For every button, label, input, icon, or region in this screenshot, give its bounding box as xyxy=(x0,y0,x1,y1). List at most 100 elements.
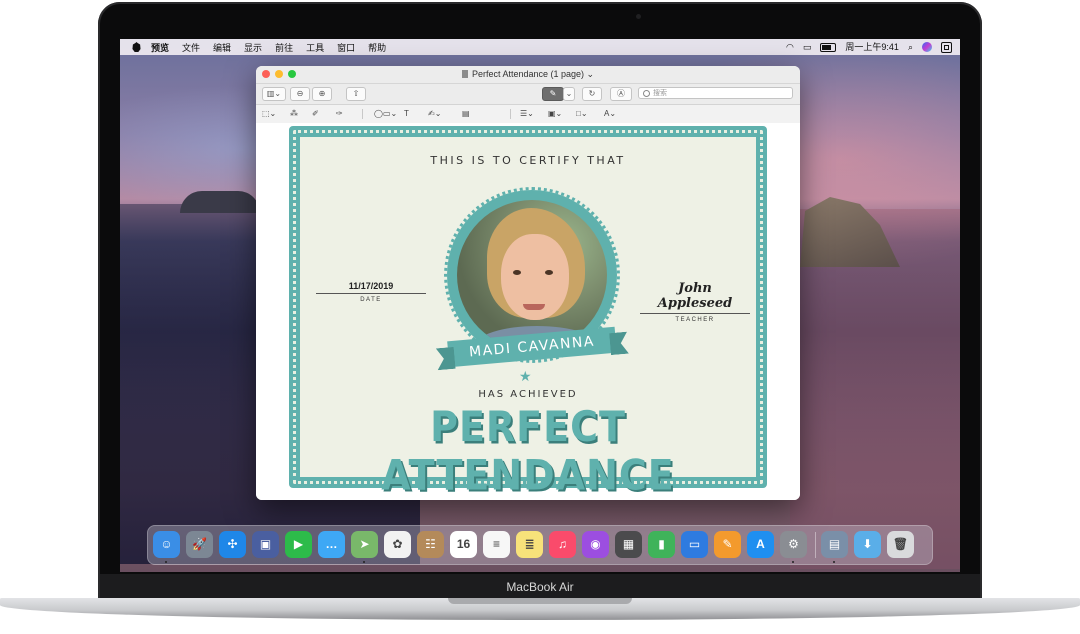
portrait-mouth xyxy=(523,304,545,310)
search-icon xyxy=(643,90,650,97)
menu-clock[interactable]: 周一上午9:41 xyxy=(845,39,899,55)
window-titlebar: Perfect Attendance (1 page) ⌄ xyxy=(256,66,800,84)
sign-icon[interactable]: ✍⌄ xyxy=(428,108,441,119)
running-indicator xyxy=(165,561,167,563)
podcasts-icon[interactable]: ◉ xyxy=(582,531,609,558)
downloads-folder-icon[interactable]: ⬇ xyxy=(854,531,881,558)
photos-icon[interactable]: ✿ xyxy=(384,531,411,558)
reminders-icon[interactable]: ≡ xyxy=(483,531,510,558)
desktop-screen: 预览 文件 编辑 显示 前往 工具 窗口 帮助 ◠ ▭ 周一上午9:41 ⌕ P… xyxy=(120,39,960,572)
pages-icon[interactable]: ✎ xyxy=(714,531,741,558)
date-line xyxy=(316,293,426,294)
rotate-icon[interactable]: ↻ xyxy=(582,87,602,101)
camera xyxy=(636,14,641,19)
instant-alpha-icon[interactable]: ⁂ xyxy=(290,108,298,119)
menu-bar: 预览 文件 编辑 显示 前往 工具 窗口 帮助 ◠ ▭ 周一上午9:41 ⌕ xyxy=(120,39,960,55)
facetime-icon[interactable]: ▶ xyxy=(285,531,312,558)
certificate-header: THIS IS TO CERTIFY THAT xyxy=(430,154,626,167)
window-title: Perfect Attendance (1 page) xyxy=(471,69,585,79)
laptop-chin: MacBook Air xyxy=(100,574,980,600)
border-color-icon[interactable]: ▣⌄ xyxy=(548,108,562,119)
sidebar-icon[interactable]: ▥⌄ xyxy=(262,87,286,101)
running-indicator xyxy=(792,561,794,563)
zoom-in-icon[interactable]: ⊕ xyxy=(312,87,332,101)
chevron-down-icon: ⌄ xyxy=(584,69,595,79)
preview-icon[interactable]: ▤ xyxy=(821,531,848,558)
running-indicator xyxy=(363,561,365,563)
numbers-icon[interactable]: ▮ xyxy=(648,531,675,558)
annotate-icon[interactable]: Ⓐ xyxy=(610,87,632,101)
dock-separator xyxy=(815,532,816,558)
menu-go[interactable]: 前往 xyxy=(275,41,293,54)
note-icon[interactable]: ▤ xyxy=(462,108,470,119)
keynote-icon[interactable]: ▭ xyxy=(681,531,708,558)
maps-icon[interactable]: ➤ xyxy=(351,531,378,558)
selection-icon[interactable]: ⬚⌄ xyxy=(262,108,276,119)
tv-icon[interactable]: ▦ xyxy=(615,531,642,558)
markup-options-chevron-icon[interactable]: ⌄ xyxy=(563,87,575,101)
airplay-icon[interactable]: ▭ xyxy=(803,39,812,55)
text-icon[interactable]: T xyxy=(404,108,409,119)
markup-divider xyxy=(510,109,511,119)
search-input[interactable]: 搜索 xyxy=(638,87,793,99)
contacts-icon[interactable]: ☷ xyxy=(417,531,444,558)
music-icon[interactable]: ♫ xyxy=(549,531,576,558)
markup-toolbar: ⬚⌄ ⁂ ✐ ✑ ◯▭⌄ T ✍⌄ ▤ ☰⌄ ▣⌄ □⌄ A⌄ xyxy=(256,105,800,124)
device-brand: MacBook Air xyxy=(506,580,574,594)
date-block: 11/17/2019 DATE xyxy=(316,281,426,303)
laptop-opening-notch xyxy=(448,598,632,604)
menu-help[interactable]: 帮助 xyxy=(368,41,386,54)
trash-icon[interactable]: 🗑 xyxy=(887,531,914,558)
achieved-text: HAS ACHIEVED xyxy=(478,389,578,400)
teacher-block: John Appleseed TEACHER xyxy=(640,281,750,323)
shapes-icon[interactable]: ◯▭⌄ xyxy=(374,108,397,119)
window-toolbar: ▥⌄ ⊖ ⊕ ⇧ ✎ ⌄ ↻ Ⓐ 搜索 xyxy=(256,84,800,105)
menu-file[interactable]: 文件 xyxy=(182,41,200,54)
markup-divider xyxy=(362,109,363,119)
date-value: 11/17/2019 xyxy=(348,281,394,291)
app-store-icon[interactable]: A xyxy=(747,531,774,558)
messages-icon[interactable]: … xyxy=(318,531,345,558)
menu-tools[interactable]: 工具 xyxy=(306,41,324,54)
menu-view[interactable]: 显示 xyxy=(244,41,262,54)
system-preferences-icon[interactable]: ⚙ xyxy=(780,531,807,558)
certificate-paper: THIS IS TO CERTIFY THAT 11/17/2019 DATE … xyxy=(300,137,756,499)
battery-icon[interactable] xyxy=(820,42,837,52)
control-center-icon[interactable] xyxy=(941,41,952,53)
teacher-caption: TEACHER xyxy=(675,317,715,323)
markup-pen-icon[interactable]: ✎ xyxy=(542,87,564,101)
menu-window[interactable]: 窗口 xyxy=(337,41,355,54)
siri-icon[interactable] xyxy=(922,42,932,52)
menu-app-name[interactable]: 预览 xyxy=(151,41,169,54)
running-indicator xyxy=(833,561,835,563)
calendar-icon[interactable]: 16 xyxy=(450,531,477,558)
share-icon[interactable]: ⇧ xyxy=(346,87,366,101)
photo-booth-icon[interactable]: ▣ xyxy=(252,531,279,558)
draw-icon[interactable]: ✑ xyxy=(336,108,343,119)
status-menus: ◠ ▭ 周一上午9:41 ⌕ xyxy=(786,39,952,55)
window-title-area[interactable]: Perfect Attendance (1 page) ⌄ xyxy=(256,69,800,80)
finder-icon[interactable]: ☺ xyxy=(153,531,180,558)
apple-icon[interactable] xyxy=(132,42,141,52)
text-style-icon[interactable]: A⌄ xyxy=(604,108,616,119)
portrait-eye-left xyxy=(513,270,521,275)
shape-style-icon[interactable]: ☰⌄ xyxy=(520,108,534,119)
dock: ☺ 🚀 ✣ ▣ ▶… ➤ ✿ ☷ 16 ≡ ≣ ♫ ◉ ▦ ▮ ▭ ✎ A ⚙ ▤ ⬇ 🗑 xyxy=(147,525,933,565)
search-placeholder: 搜索 xyxy=(653,90,667,97)
menu-edit[interactable]: 编辑 xyxy=(213,41,231,54)
portrait-eye-right xyxy=(545,270,553,275)
date-caption: DATE xyxy=(360,297,382,303)
preview-window: Perfect Attendance (1 page) ⌄ ▥⌄ ⊖ ⊕ ⇧ ✎… xyxy=(256,66,800,500)
portrait-photo xyxy=(457,200,607,350)
teacher-line xyxy=(640,313,750,314)
teacher-signature: John Appleseed xyxy=(657,281,733,311)
star-icon: ★ xyxy=(519,368,532,384)
notes-icon[interactable]: ≣ xyxy=(516,531,543,558)
safari-icon[interactable]: ✣ xyxy=(219,531,246,558)
fill-color-icon[interactable]: □⌄ xyxy=(576,108,588,119)
wifi-icon[interactable]: ◠ xyxy=(786,39,794,55)
sketch-icon[interactable]: ✐ xyxy=(312,108,319,119)
search-icon[interactable]: ⌕ xyxy=(908,39,913,55)
launchpad-icon[interactable]: 🚀 xyxy=(186,531,213,558)
zoom-out-icon[interactable]: ⊖ xyxy=(290,87,310,101)
